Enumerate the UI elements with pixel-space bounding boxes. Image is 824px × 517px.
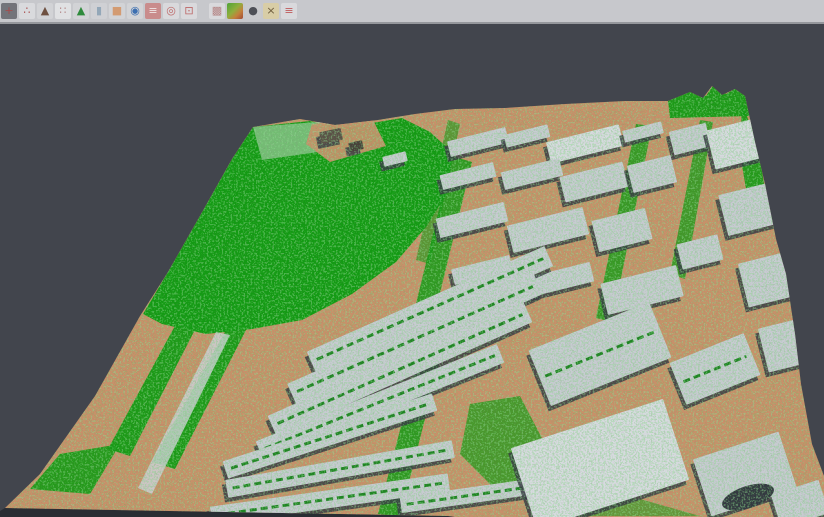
bounding-box-icon-glyph: ▮ [96,3,102,19]
markers-icon[interactable]: ∷ [55,3,71,19]
point-picking-icon[interactable]: ∴ [19,3,35,19]
point-picking-icon-glyph: ∴ [24,3,31,19]
attribute-table-icon-glyph: ≡ [148,3,157,19]
globe-icon[interactable]: ◉ [127,3,143,19]
terrain-model-icon[interactable]: ▲ [73,3,89,19]
discard-markers-icon-glyph: × [266,3,275,19]
selection-bounds-icon-glyph: ⊡ [184,3,193,19]
orthomosaic-icon[interactable]: ■ [109,3,125,19]
bounding-box-icon[interactable]: ▮ [91,3,107,19]
target-icon[interactable]: ◎ [163,3,179,19]
measure-lines-icon-glyph: ≡ [284,3,293,19]
attribute-table-icon[interactable]: ≡ [145,3,161,19]
mesh-hill-icon-glyph: ▲ [41,3,49,19]
discard-markers-icon[interactable]: × [263,3,279,19]
camera-icon-glyph: ● [248,3,258,19]
globe-icon-glyph: ◉ [130,3,140,19]
classification-map-icon[interactable] [227,3,243,19]
3d-viewport[interactable] [0,24,824,517]
navigation-mode-icon[interactable]: + [1,3,17,19]
markers-icon-glyph: ∷ [60,3,67,19]
checker-region-icon[interactable]: ▩ [209,3,225,19]
terrain-model-icon-glyph: ▲ [77,3,85,19]
target-icon-glyph: ◎ [166,3,176,19]
toolbar: + ∴ ▲ ∷ ▲ ▮ ■ ◉ ≡ ◎ ⊡ ▩ ● × ≡ [0,0,824,24]
point-cloud-view[interactable] [0,24,824,517]
orthomosaic-icon-glyph: ■ [112,3,122,19]
checker-region-icon-glyph: ▩ [212,3,222,19]
camera-icon[interactable]: ● [245,3,261,19]
measure-lines-icon[interactable]: ≡ [281,3,297,19]
navigation-mode-icon-glyph: + [4,3,13,19]
selection-bounds-icon[interactable]: ⊡ [181,3,197,19]
mesh-hill-icon[interactable]: ▲ [37,3,53,19]
application-window: + ∴ ▲ ∷ ▲ ▮ ■ ◉ ≡ ◎ ⊡ ▩ ● × ≡ [0,0,824,517]
